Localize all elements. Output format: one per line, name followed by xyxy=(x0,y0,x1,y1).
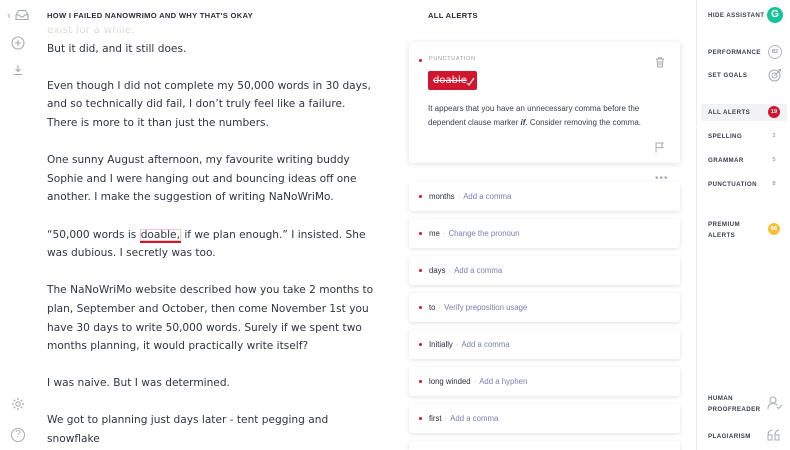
hide-assistant-button[interactable]: HIDE ASSISTANT xyxy=(708,11,764,20)
paragraph[interactable]: We got to planning just days later - ten… xyxy=(47,411,377,448)
paragraph[interactable]: One sunny August afternoon, my favourite… xyxy=(47,151,377,207)
spelling-tab[interactable]: SPELLING xyxy=(708,132,742,141)
alert-word: days xyxy=(429,266,446,275)
alert-explanation: It appears that you have an unnecessary … xyxy=(428,102,648,131)
paragraph[interactable]: Even though I did not complete my 50,000… xyxy=(47,77,377,133)
explanation-text: . Consider removing the comma. xyxy=(525,118,641,128)
inbox-icon[interactable] xyxy=(13,9,31,24)
alert-item-long-winded[interactable]: long winded · Add a hyphen xyxy=(409,367,680,396)
grammar-tab[interactable]: GRAMMAR xyxy=(708,156,744,165)
alert-item-to[interactable]: to · Verify preposition usage xyxy=(409,293,680,322)
alert-item-initially[interactable]: Initially · Add a comma xyxy=(409,330,680,359)
paragraph[interactable]: I was naive. But I was determined. xyxy=(47,374,377,393)
strike-icon xyxy=(466,77,475,86)
alert-category: PUNCTUATION xyxy=(429,56,476,62)
separator: · xyxy=(438,303,442,312)
alert-dot xyxy=(419,343,422,346)
alert-item-me[interactable]: me · Change the pronoun xyxy=(409,219,680,248)
all-alerts-count: 19 xyxy=(768,106,780,118)
target-icon[interactable] xyxy=(768,68,782,82)
spelling-count: 2 xyxy=(772,133,776,139)
alert-word: first xyxy=(429,414,442,423)
alert-suggestion: Add a comma xyxy=(463,192,512,201)
alert-item-partial[interactable] xyxy=(409,441,680,450)
flagged-word[interactable]: doable, xyxy=(139,228,181,243)
paragraph[interactable]: But it did, and it still does. xyxy=(47,40,377,59)
alert-suggestion: Add a comma xyxy=(454,266,503,275)
alert-dot xyxy=(419,232,422,235)
alert-suggestion: Verify preposition usage xyxy=(444,303,528,312)
human-proofreader-line2[interactable]: PROOFREADER xyxy=(708,405,761,414)
grammarly-logo[interactable]: G xyxy=(767,7,783,23)
separator: · xyxy=(455,340,459,349)
correction-word: doable xyxy=(433,75,467,86)
correction-chip[interactable]: doable xyxy=(428,71,477,90)
gear-icon[interactable] xyxy=(9,397,27,414)
trash-icon[interactable] xyxy=(654,55,666,68)
separator: · xyxy=(442,229,446,238)
alerts-title: ALL ALERTS xyxy=(428,11,478,20)
alert-suggestion: Change the pronoun xyxy=(448,229,520,238)
document-title[interactable]: HOW I FAILED NANOWRIMO AND WHY THAT'S OK… xyxy=(47,11,253,20)
left-icon-rail: ‹ ? xyxy=(0,0,34,450)
alert-dot xyxy=(419,380,422,383)
grammar-count: 5 xyxy=(772,157,776,163)
separator: · xyxy=(473,377,477,386)
proofreader-icon[interactable] xyxy=(767,396,783,410)
flag-icon[interactable] xyxy=(654,140,665,153)
alert-item-months[interactable]: months · Add a comma xyxy=(409,182,680,211)
alerts-panel: ALL ALERTS PUNCTUATION doable It appears… xyxy=(409,0,680,450)
separator: · xyxy=(457,192,461,201)
human-proofreader-line1[interactable]: HUMAN xyxy=(708,394,733,403)
alert-suggestion: Add a comma xyxy=(450,414,499,423)
alert-word: Initially xyxy=(429,340,453,349)
alert-dot xyxy=(419,417,422,420)
alert-word: months xyxy=(429,192,455,201)
faded-line[interactable]: exist for a while. xyxy=(47,21,377,40)
download-icon[interactable] xyxy=(9,64,27,79)
alert-item-days[interactable]: days · Add a comma xyxy=(409,256,680,285)
set-goals-link[interactable]: SET GOALS xyxy=(708,71,747,80)
separator: · xyxy=(448,266,452,275)
quote-icon[interactable] xyxy=(767,428,781,441)
alert-dot xyxy=(419,269,422,272)
alert-suggestion: Add a comma xyxy=(461,340,510,349)
alert-word: to xyxy=(429,303,436,312)
alert-suggestion: Add a hyphen xyxy=(479,377,528,386)
premium-alerts-count: 66 xyxy=(768,223,780,235)
alert-word: me xyxy=(429,229,440,238)
alert-item-first[interactable]: first · Add a comma xyxy=(409,404,680,433)
premium-alerts-label-line2[interactable]: ALERTS xyxy=(708,231,735,240)
alert-dot xyxy=(419,306,422,309)
document-body[interactable]: exist for a while. But it did, and it st… xyxy=(47,21,377,450)
premium-alerts-label-line1[interactable]: PREMIUM xyxy=(708,220,740,229)
plagiarism-link[interactable]: PLAGIARISM xyxy=(708,432,751,441)
alert-dot xyxy=(419,195,422,198)
separator: · xyxy=(444,414,448,423)
performance-link[interactable]: PERFORMANCE xyxy=(708,48,761,57)
paragraph[interactable]: “50,000 words is doable, if we plan enou… xyxy=(47,226,377,263)
expanded-alert-card[interactable]: PUNCTUATION doable It appears that you h… xyxy=(409,42,680,184)
document-editor[interactable]: HOW I FAILED NANOWRIMO AND WHY THAT'S OK… xyxy=(47,0,387,450)
help-icon[interactable]: ? xyxy=(9,426,27,442)
plus-circle-icon[interactable] xyxy=(9,36,27,53)
alert-dot xyxy=(419,59,422,62)
performance-score[interactable]: 82 xyxy=(768,45,782,59)
paragraph[interactable]: The NaNoWriMo website described how you … xyxy=(47,281,377,355)
punctuation-tab[interactable]: PUNCTUATION xyxy=(708,180,757,189)
alert-word: long winded xyxy=(429,377,471,386)
all-alerts-tab[interactable]: ALL ALERTS xyxy=(708,108,750,117)
text-span: “50,000 words is xyxy=(47,228,140,241)
assistant-sidebar: HIDE ASSISTANT G PERFORMANCE 82 SET GOAL… xyxy=(696,0,790,450)
punctuation-count: 8 xyxy=(772,181,776,187)
